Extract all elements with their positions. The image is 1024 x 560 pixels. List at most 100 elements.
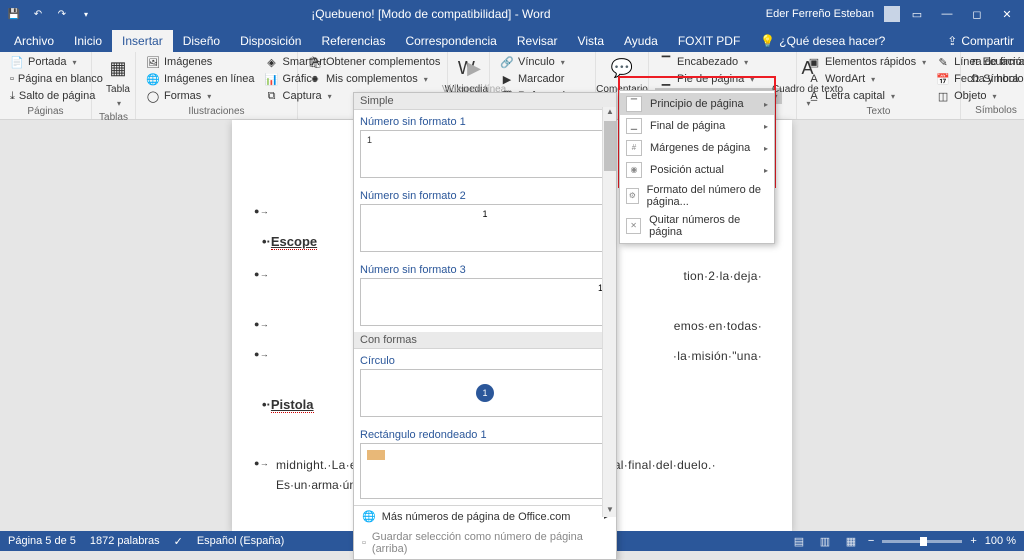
footer-button[interactable]: ▁Pie de página [655,71,782,87]
gallery-item-plain2[interactable]: Número sin formato 2 1 [354,184,616,258]
signature-icon: ✎ [936,55,950,69]
group-illustrations-label: Ilustraciones [142,104,291,117]
dropcap-icon: A̲ [807,89,821,103]
menu-bottom-of-page[interactable]: ▁Final de página▸ [620,115,774,137]
avatar[interactable] [884,6,900,22]
quickparts-icon: ▣ [807,55,821,69]
header-label: Encabezado [677,56,738,68]
submenu-arrow-icon: ▸ [764,100,768,109]
menu-format-number[interactable]: ⚙Formato del número de página... [620,181,774,211]
status-words[interactable]: 1872 palabras [90,535,160,547]
equation-button[interactable]: πEcuación [967,54,1024,70]
page-break-button[interactable]: ⤓Salto de página [6,88,85,104]
close-icon[interactable]: ✕ [994,4,1020,24]
online-image-icon: 🌐 [146,72,160,86]
minimize-icon[interactable]: — [934,4,960,24]
tab-review[interactable]: Revisar [507,30,568,52]
tab-references[interactable]: Referencias [311,30,395,52]
link-icon: 🔗 [500,55,514,69]
menu-remove-numbers[interactable]: ✕Quitar números de página [620,211,774,241]
remove-icon: ✕ [626,218,641,234]
symbol-icon: Ω [971,72,979,86]
my-addins-button[interactable]: ✦Mis complementos [304,71,444,87]
tab-help[interactable]: Ayuda [614,30,668,52]
get-addins-label: Obtener complementos [326,56,440,68]
break-icon: ⤓ [10,89,15,103]
qat-more-icon[interactable]: ▾ [76,4,96,24]
print-layout-icon[interactable]: ▥ [816,533,834,549]
redo-icon[interactable]: ↷ [52,4,72,24]
scroll-thumb[interactable] [604,121,616,171]
tab-file[interactable]: Archivo [4,30,64,52]
header-icon: ▔ [659,55,673,69]
gallery-item-circle[interactable]: Círculo 1 [354,349,616,423]
window-title: ¡Quebueno! [Modo de compatibilidad] - Wo… [96,7,766,21]
blank-page-icon: ▫ [10,72,14,86]
date-icon: 📅 [936,72,950,86]
maximize-icon[interactable]: ◻ [964,4,990,24]
table-button[interactable]: ▦Tabla [98,54,138,110]
gallery-item-plain1[interactable]: Número sin formato 1 1 [354,110,616,184]
ribbon-mode-icon[interactable]: ▭ [904,4,930,24]
menu-label: Principio de página [650,98,744,110]
quick-parts-button[interactable]: ▣Elementos rápidos [803,54,930,70]
bookmark-button[interactable]: ▶Marcador [496,71,589,87]
tell-me[interactable]: 💡 ¿Qué desea hacer? [750,30,895,52]
share-button[interactable]: ⇪ Compartir [937,30,1024,52]
status-proof-icon[interactable]: ✓ [174,535,183,548]
images-button[interactable]: 🖼Imágenes [142,54,259,70]
zoom-slider[interactable] [882,540,962,543]
wordart-button[interactable]: AWordArt [803,71,930,87]
status-language[interactable]: Español (España) [197,535,284,547]
blank-page-button[interactable]: ▫Página en blanco [6,71,85,87]
tab-foxit[interactable]: FOXIT PDF [668,30,750,52]
tab-view[interactable]: Vista [568,30,614,52]
cover-page-label: Portada [28,56,67,68]
save-icon[interactable]: 💾 [4,4,24,24]
web-layout-icon[interactable]: ▦ [842,533,860,549]
shapes-button[interactable]: ◯Formas [142,88,259,104]
addins-icon: ✦ [308,72,322,86]
menu-current-position[interactable]: ◉Posición actual▸ [620,159,774,181]
dropcap-button[interactable]: A̲ Letra capital [803,88,930,104]
zoom-level[interactable]: 100 % [985,535,1016,547]
user-name[interactable]: Eder Ferreño Esteban [766,8,874,20]
get-addins-button[interactable]: 🛍Obtener complementos [304,54,444,70]
symbol-btn-label: Símbolo [983,73,1023,85]
gallery-section-simple: Simple [354,93,616,110]
tell-me-label: ¿Qué desea hacer? [779,34,885,48]
header-button[interactable]: ▔ Encabezado [655,54,782,70]
online-video-button[interactable]: ▶Vídeo en línea [454,54,494,97]
cover-page-button[interactable]: 📄Portada [6,54,85,70]
scroll-down-icon[interactable]: ▼ [604,505,616,517]
tab-home[interactable]: Inicio [64,30,112,52]
page-break-label: Salto de página [19,90,95,102]
dropcap-label: Letra capital [825,90,885,102]
tab-mailings[interactable]: Correspondencia [395,30,506,52]
menu-top-of-page[interactable]: ▔Principio de página▸ [620,93,774,115]
gallery-preview: 1 [360,130,610,178]
gallery-scrollbar[interactable]: ▲ ▼ [602,107,616,517]
comment-icon: 💬 [610,56,634,80]
scroll-up-icon[interactable]: ▲ [604,107,616,119]
tab-layout[interactable]: Disposición [230,30,311,52]
undo-icon[interactable]: ↶ [28,4,48,24]
menu-page-margins[interactable]: #Márgenes de página▸ [620,137,774,159]
zoom-in-icon[interactable]: + [970,535,976,547]
zoom-out-icon[interactable]: − [868,535,874,547]
read-mode-icon[interactable]: ▤ [790,533,808,549]
link-button[interactable]: 🔗Vínculo [496,54,589,70]
share-icon: ⇪ [947,34,957,48]
symbol-button[interactable]: Ω Símbolo [967,71,1024,87]
gallery-item-label: Número sin formato 2 [360,190,610,202]
tab-insert[interactable]: Insertar [112,30,173,52]
gallery-more-office[interactable]: 🌐Más números de página de Office.com▸ [354,506,616,527]
status-page[interactable]: Página 5 de 5 [8,535,76,547]
tab-design[interactable]: Diseño [173,30,230,52]
gallery-item-rounded-rect[interactable]: Rectángulo redondeado 1 [354,423,616,505]
equation-icon: π [971,55,979,69]
gallery-item-plain3[interactable]: Número sin formato 3 1 [354,258,616,332]
online-images-button[interactable]: 🌐Imágenes en línea [142,71,259,87]
wordart-label: WordArt [825,73,865,85]
gallery-preview: 1 [360,204,610,252]
